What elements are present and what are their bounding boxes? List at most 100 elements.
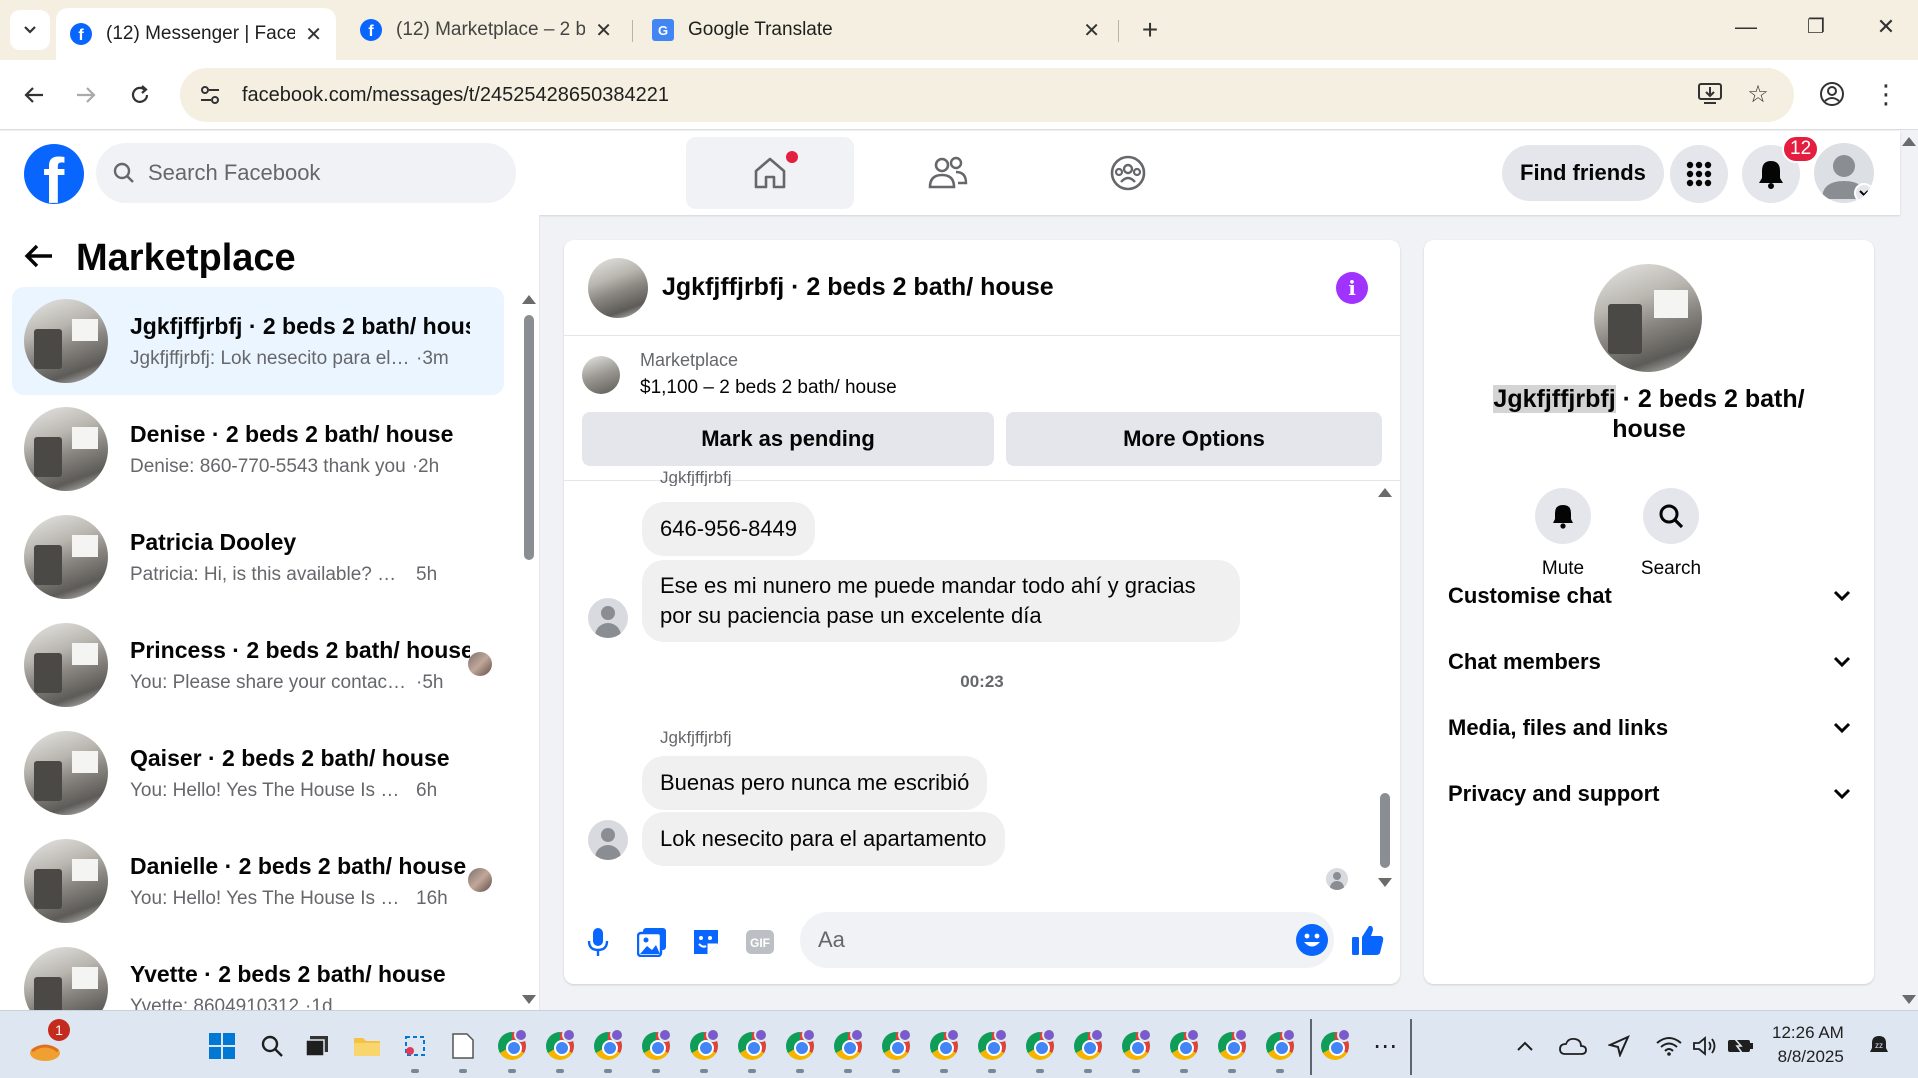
nav-groups[interactable] bbox=[1044, 137, 1212, 209]
chat-scroll-up-arrow[interactable] bbox=[1378, 488, 1392, 497]
chrome-icon[interactable] bbox=[591, 1028, 625, 1063]
search-icon[interactable] bbox=[1643, 488, 1699, 544]
chrome-icon[interactable] bbox=[831, 1028, 865, 1063]
chrome-icon[interactable] bbox=[1263, 1028, 1297, 1063]
marketplace-listing[interactable]: Marketplace $1,100 – 2 beds 2 bath/ hous… bbox=[582, 350, 897, 399]
location-icon[interactable] bbox=[1602, 1029, 1636, 1063]
bell-icon[interactable] bbox=[1535, 488, 1591, 544]
profile-icon[interactable] bbox=[1812, 74, 1852, 114]
mark-as-pending-button[interactable]: Mark as pending bbox=[582, 412, 994, 466]
chat-scrollbar[interactable] bbox=[1380, 793, 1390, 868]
more-options-button[interactable]: More Options bbox=[1006, 412, 1382, 466]
restore-button[interactable]: ❐ bbox=[1796, 14, 1836, 39]
close-icon[interactable]: ✕ bbox=[1083, 18, 1100, 43]
browser-menu-icon[interactable]: ⋮ bbox=[1866, 74, 1906, 114]
back-arrow-icon[interactable] bbox=[24, 239, 54, 278]
new-tab-button[interactable]: + bbox=[1132, 12, 1168, 48]
message-input-box[interactable] bbox=[800, 912, 1334, 968]
onedrive-icon[interactable] bbox=[1556, 1029, 1590, 1063]
sidebar-scrollbar[interactable] bbox=[524, 315, 534, 560]
message-bubble[interactable]: Lok nesecito para el apartamento bbox=[642, 812, 1005, 866]
notepad-icon[interactable] bbox=[446, 1029, 480, 1063]
reload-button[interactable] bbox=[122, 77, 158, 113]
battery-icon[interactable] bbox=[1724, 1029, 1758, 1063]
search-input[interactable] bbox=[148, 160, 488, 186]
chrome-icon[interactable] bbox=[1023, 1028, 1057, 1063]
nav-home[interactable] bbox=[686, 137, 854, 209]
info-avatar[interactable] bbox=[1594, 264, 1702, 372]
privacy-support-row[interactable]: Privacy and support bbox=[1448, 764, 1852, 824]
emoji-icon[interactable] bbox=[1296, 924, 1328, 956]
sticker-icon[interactable] bbox=[688, 924, 724, 960]
chat-scroll-down-arrow[interactable] bbox=[1378, 878, 1392, 887]
minimize-button[interactable]: — bbox=[1726, 14, 1766, 40]
conversation-item[interactable]: Yvette · 2 beds 2 bath/ house Yvette: 860… bbox=[12, 935, 504, 1010]
message-bubble[interactable]: Buenas pero nunca me escribió bbox=[642, 756, 988, 810]
chat-title[interactable]: Jgkfjffjrbfj · 2 beds 2 bath/ house bbox=[662, 273, 1054, 302]
message-bubble[interactable]: Ese es mi nunero me puede mandar todo ah… bbox=[642, 560, 1240, 642]
account-avatar[interactable] bbox=[1814, 143, 1874, 203]
chat-avatar[interactable] bbox=[588, 257, 648, 318]
message-bubble[interactable]: 646-956-8449 bbox=[642, 502, 816, 556]
like-thumb-icon[interactable] bbox=[1350, 922, 1386, 958]
close-icon[interactable]: ✕ bbox=[595, 18, 612, 43]
chrome-icon[interactable] bbox=[975, 1028, 1009, 1063]
menu-grid-button[interactable] bbox=[1670, 145, 1728, 203]
file-explorer-icon[interactable] bbox=[350, 1029, 384, 1063]
gif-icon[interactable]: GIF bbox=[742, 924, 778, 960]
find-friends-button[interactable]: Find friends bbox=[1502, 145, 1664, 201]
chrome-icon[interactable] bbox=[1119, 1028, 1153, 1063]
tab-search-button[interactable] bbox=[10, 10, 50, 50]
tab-messenger[interactable]: f (12) Messenger | Facebook ✕ bbox=[56, 8, 336, 60]
chrome-icon[interactable] bbox=[879, 1028, 913, 1063]
info-icon[interactable]: i bbox=[1336, 272, 1368, 304]
tab-google-translate[interactable]: G Google Translate ✕ bbox=[638, 8, 1114, 52]
chrome-icon[interactable] bbox=[735, 1028, 769, 1063]
search-icon[interactable] bbox=[255, 1029, 289, 1063]
more-apps-icon[interactable]: ⋯ bbox=[1368, 1029, 1402, 1063]
chevron-up-icon[interactable] bbox=[1508, 1029, 1542, 1063]
chrome-icon[interactable] bbox=[1167, 1028, 1201, 1063]
conversation-item[interactable]: Jgkfjffjrbfj · 2 beds 2 bath/ house Jgkfj… bbox=[12, 287, 504, 395]
chrome-icon[interactable] bbox=[1215, 1028, 1249, 1063]
nav-friends[interactable] bbox=[864, 137, 1032, 209]
chrome-icon[interactable] bbox=[639, 1028, 673, 1063]
chrome-icon[interactable] bbox=[687, 1028, 721, 1063]
photo-icon[interactable] bbox=[634, 924, 670, 960]
facebook-search[interactable] bbox=[96, 143, 516, 203]
chrome-icon[interactable] bbox=[543, 1028, 577, 1063]
scroll-down-arrow[interactable] bbox=[522, 995, 536, 1004]
facebook-logo[interactable]: f bbox=[24, 144, 84, 204]
system-clock[interactable]: 12:26 AM 8/8/2025 bbox=[1772, 1021, 1844, 1069]
chrome-icon[interactable] bbox=[495, 1028, 529, 1063]
microphone-icon[interactable] bbox=[580, 924, 616, 960]
site-settings-icon[interactable] bbox=[192, 84, 228, 106]
chrome-icon[interactable] bbox=[927, 1028, 961, 1063]
chrome-icon[interactable] bbox=[783, 1028, 817, 1063]
conversation-item[interactable]: Qaiser · 2 beds 2 bath/ house You: Hello!… bbox=[12, 719, 504, 827]
notification-center-icon[interactable]: zz bbox=[1862, 1029, 1896, 1063]
media-files-links-row[interactable]: Media, files and links bbox=[1448, 698, 1852, 758]
page-scroll-down-arrow[interactable] bbox=[1902, 995, 1916, 1004]
message-input[interactable] bbox=[818, 927, 1258, 953]
close-icon[interactable]: ✕ bbox=[305, 22, 322, 47]
chrome-icon[interactable] bbox=[1318, 1028, 1352, 1063]
bookmark-star-icon[interactable]: ☆ bbox=[1738, 74, 1778, 114]
conversation-item[interactable]: Danielle · 2 beds 2 bath/ house You: Hell… bbox=[12, 827, 504, 935]
scroll-up-arrow[interactable] bbox=[522, 295, 536, 304]
windows-start-icon[interactable] bbox=[205, 1029, 239, 1063]
customise-chat-row[interactable]: Customise chat bbox=[1448, 566, 1852, 626]
chrome-icon[interactable] bbox=[1071, 1028, 1105, 1063]
sender-avatar[interactable] bbox=[588, 598, 628, 638]
page-scroll-up-arrow[interactable] bbox=[1902, 137, 1916, 146]
window-close-button[interactable]: ✕ bbox=[1866, 14, 1906, 40]
conversation-item[interactable]: Princess · 2 beds 2 bath/ house You: Plea… bbox=[12, 611, 504, 719]
conversation-item[interactable]: Patricia Dooley Patricia: Hi, is this ava… bbox=[12, 503, 504, 611]
volume-icon[interactable] bbox=[1688, 1029, 1722, 1063]
omnibox[interactable]: facebook.com/messages/t/2452542865038422… bbox=[180, 68, 1794, 122]
task-view-icon[interactable] bbox=[300, 1029, 334, 1063]
snipping-tool-icon[interactable] bbox=[398, 1029, 432, 1063]
forward-button[interactable] bbox=[68, 77, 104, 113]
chat-members-row[interactable]: Chat members bbox=[1448, 632, 1852, 692]
sender-avatar[interactable] bbox=[588, 820, 628, 860]
